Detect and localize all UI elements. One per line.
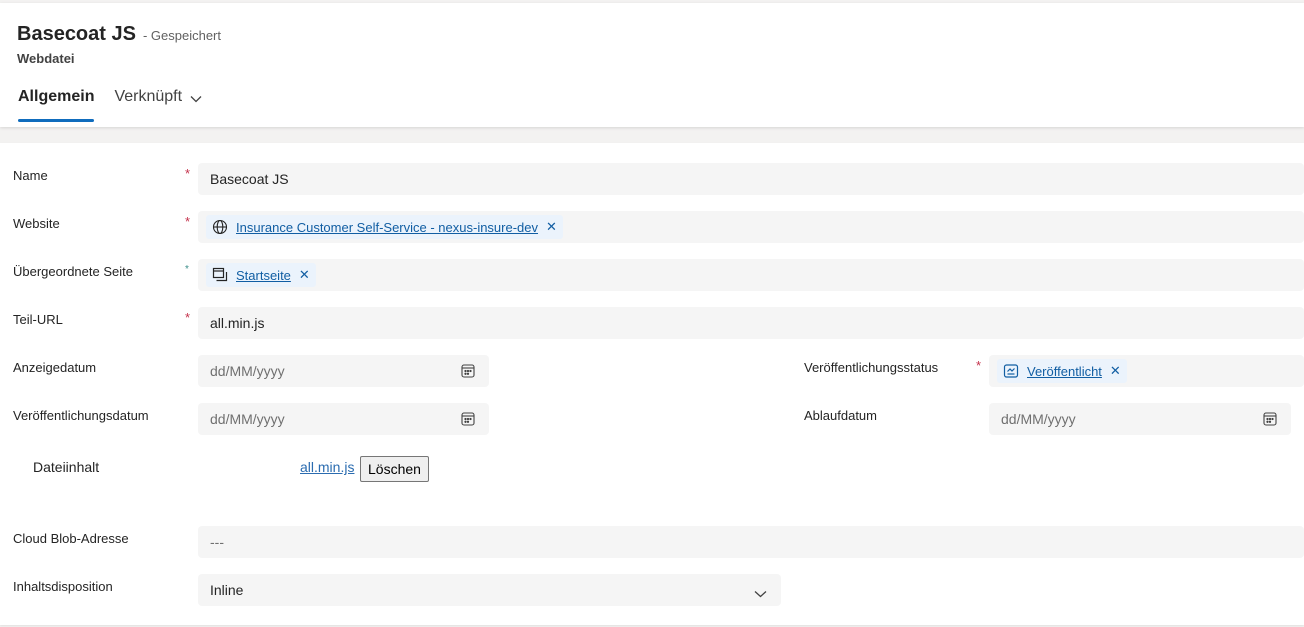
website-tag: Insurance Customer Self-Service - nexus-… xyxy=(206,215,563,239)
cloud-blob-label: Cloud Blob-Adresse xyxy=(13,531,129,546)
tab-list: Allgemein Verknüpft xyxy=(18,88,222,122)
calendar-icon[interactable] xyxy=(1263,412,1277,429)
parent-page-lookup[interactable]: Startseite ✕ xyxy=(198,259,1304,291)
required-marker: * xyxy=(185,264,189,275)
status-icon xyxy=(1003,363,1019,379)
parent-page-link[interactable]: Startseite xyxy=(236,268,291,283)
name-input[interactable]: Basecoat JS xyxy=(198,163,1304,195)
remove-website-icon[interactable]: ✕ xyxy=(546,219,557,235)
form-body: Name * Basecoat JS Website * Insurance C… xyxy=(0,143,1304,625)
display-date-input[interactable]: dd/MM/yyyy xyxy=(198,355,489,387)
content-disposition-select[interactable]: Inline xyxy=(198,574,781,606)
content-disposition-label: Inhaltsdisposition xyxy=(13,579,113,594)
chevron-down-icon xyxy=(190,90,202,108)
file-link[interactable]: all.min.js xyxy=(300,459,354,475)
calendar-icon[interactable] xyxy=(461,412,475,429)
save-status: - Gespeichert xyxy=(142,28,222,43)
partial-url-input[interactable]: all.min.js xyxy=(198,307,1304,339)
name-label: Name xyxy=(13,168,48,183)
publish-status-tag: Veröffentlicht ✕ xyxy=(997,359,1127,383)
page-icon xyxy=(212,267,228,283)
title-row: Basecoat JS - Gespeichert xyxy=(17,23,221,46)
publish-date-placeholder: dd/MM/yyyy xyxy=(210,411,285,427)
publish-date-label: Veröffentlichungsdatum xyxy=(13,408,149,423)
expiry-date-label: Ablaufdatum xyxy=(804,408,877,423)
form-header: Basecoat JS - Gespeichert Webdatei Allge… xyxy=(0,3,1304,127)
chevron-down-icon xyxy=(754,585,767,601)
website-label: Website xyxy=(13,216,60,231)
required-marker: * xyxy=(976,358,982,373)
tab-general[interactable]: Allgemein xyxy=(18,88,95,122)
expiry-date-input[interactable]: dd/MM/yyyy xyxy=(989,403,1291,435)
parent-page-tag: Startseite ✕ xyxy=(206,263,316,287)
display-date-placeholder: dd/MM/yyyy xyxy=(210,363,285,379)
required-marker: * xyxy=(185,310,191,325)
remove-parent-page-icon[interactable]: ✕ xyxy=(299,267,310,283)
website-link[interactable]: Insurance Customer Self-Service - nexus-… xyxy=(236,220,538,235)
file-content-label: Dateiinhalt xyxy=(33,459,100,475)
content-disposition-value: Inline xyxy=(210,582,244,598)
required-marker: * xyxy=(185,166,191,181)
display-date-label: Anzeigedatum xyxy=(13,360,97,375)
cloud-blob-value: --- xyxy=(210,534,224,550)
partial-url-value: all.min.js xyxy=(210,315,265,331)
delete-file-button[interactable]: Löschen xyxy=(360,456,429,482)
tab-related[interactable]: Verknüpft xyxy=(114,88,202,122)
publish-status-lookup[interactable]: Veröffentlicht ✕ xyxy=(989,355,1304,387)
publish-date-input[interactable]: dd/MM/yyyy xyxy=(198,403,489,435)
publish-status-label: Veröffentlichungsstatus xyxy=(804,360,939,375)
tab-general-label: Allgemein xyxy=(18,88,95,105)
globe-icon xyxy=(212,219,228,235)
publish-status-link[interactable]: Veröffentlicht xyxy=(1027,364,1102,379)
required-marker: * xyxy=(185,214,191,229)
expiry-date-placeholder: dd/MM/yyyy xyxy=(1001,411,1076,427)
cloud-blob-input[interactable]: --- xyxy=(198,526,1304,558)
entity-type: Webdatei xyxy=(17,51,75,66)
website-lookup[interactable]: Insurance Customer Self-Service - nexus-… xyxy=(198,211,1304,243)
tab-related-label: Verknüpft xyxy=(114,88,183,105)
remove-publish-status-icon[interactable]: ✕ xyxy=(1110,363,1121,379)
calendar-icon[interactable] xyxy=(461,364,475,381)
partial-url-label: Teil-URL xyxy=(13,312,63,327)
name-value: Basecoat JS xyxy=(210,171,289,187)
parent-page-label: Übergeordnete Seite xyxy=(13,264,133,279)
record-title: Basecoat JS xyxy=(17,23,136,45)
